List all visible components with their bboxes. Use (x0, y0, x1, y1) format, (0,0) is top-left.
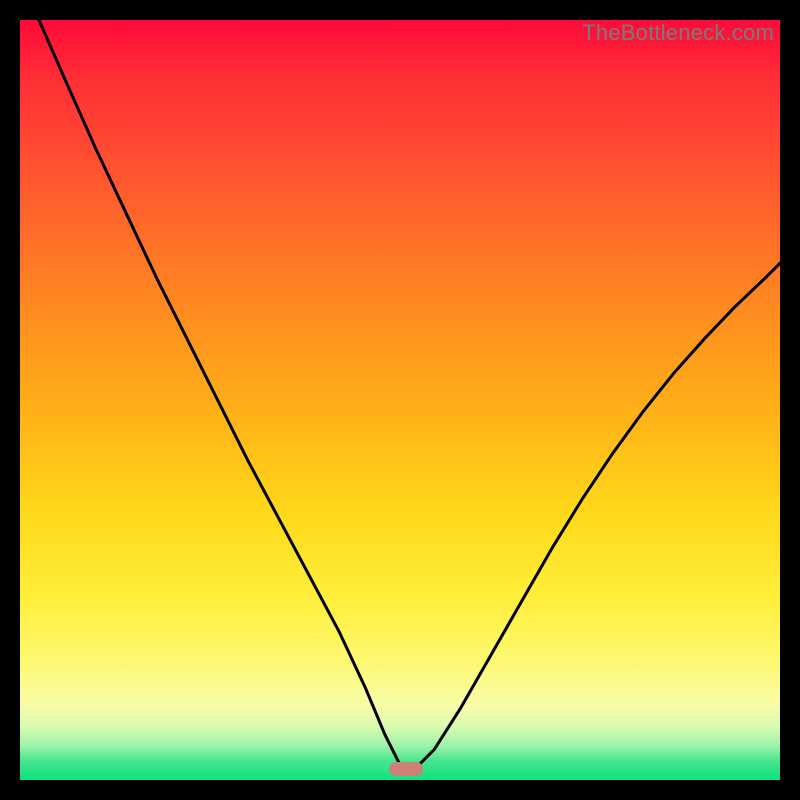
optimal-marker (389, 762, 423, 776)
bottleneck-curve (20, 20, 780, 780)
chart-frame: TheBottleneck.com (0, 0, 800, 800)
plot-area: TheBottleneck.com (20, 20, 780, 780)
